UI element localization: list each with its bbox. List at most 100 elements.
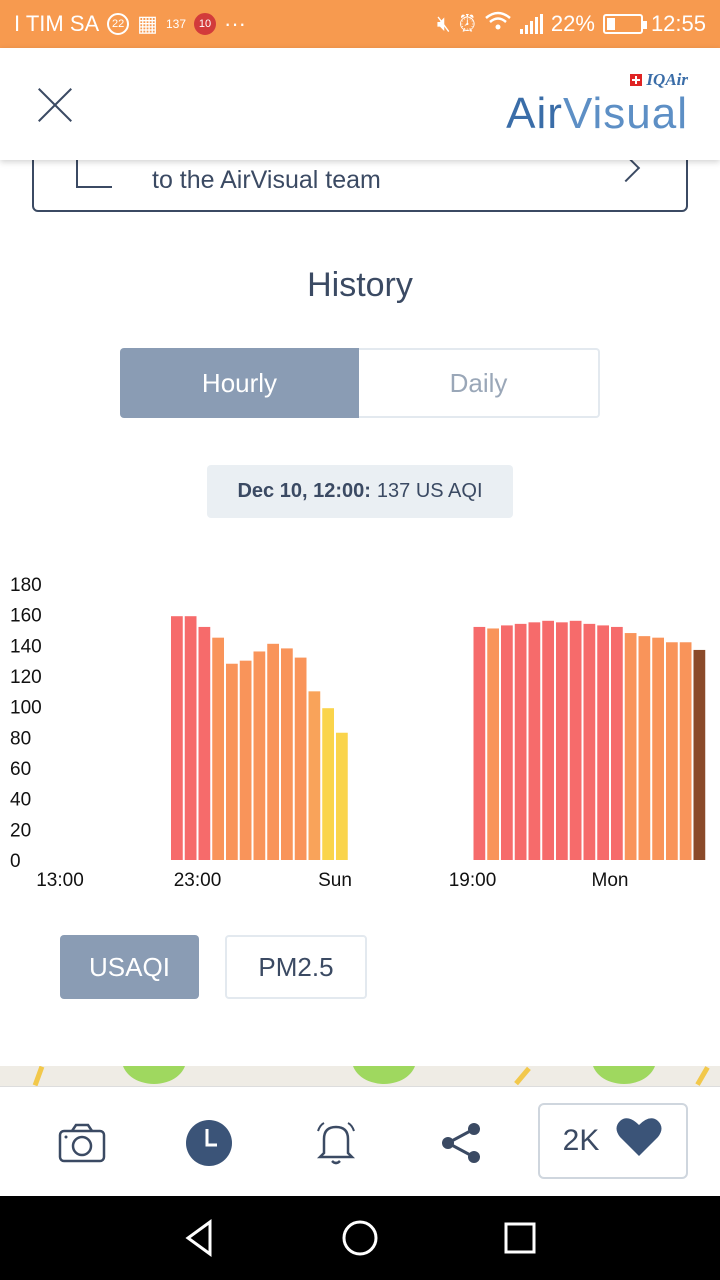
chart-bar[interactable]	[226, 663, 238, 860]
chart-bar[interactable]	[294, 657, 307, 860]
y-tick-label: 60	[10, 759, 31, 780]
aqi-history-chart: 180 160 140 120 100 80 60 40 20 0 13:00 23:00 Sun 19:…	[0, 560, 720, 900]
bell-icon[interactable]	[310, 1117, 362, 1169]
home-icon[interactable]	[338, 1216, 382, 1260]
chart-bar[interactable]	[583, 623, 596, 860]
chart-bar[interactable]	[308, 691, 321, 860]
notification-badge-22: 22	[107, 13, 130, 35]
flag-icon	[76, 158, 112, 188]
chart-bar[interactable]	[693, 649, 706, 860]
chart-bar[interactable]	[322, 708, 334, 860]
x-tick-label: 19:00	[449, 870, 497, 891]
chart-svg: 180 160 140 120 100 80 60 40 20 0 13:00 23:00 Sun 19:…	[10, 575, 706, 891]
y-tick-label: 120	[10, 667, 42, 688]
chart-bar[interactable]	[184, 616, 197, 860]
mute-icon: 🔇︎	[436, 11, 451, 36]
chart-bar[interactable]	[597, 625, 609, 860]
notification-count-137: 137	[165, 17, 186, 31]
chart-bar[interactable]	[679, 642, 692, 860]
airvisual-logo: AirVisual	[506, 90, 688, 138]
map-marker	[352, 1066, 416, 1084]
y-tick-label: 40	[10, 790, 31, 811]
wifi-icon	[484, 11, 512, 37]
chart-bar[interactable]	[638, 636, 651, 860]
map-marker	[592, 1066, 656, 1084]
system-nav-bar	[0, 1196, 720, 1280]
chart-bar[interactable]	[473, 626, 486, 860]
y-tick-label: 20	[10, 820, 31, 841]
back-icon[interactable]	[178, 1216, 222, 1260]
more-notifications-icon: ···	[224, 11, 246, 36]
usaqi-button[interactable]: USAQI	[60, 935, 199, 999]
brand-visual: Visual	[562, 89, 688, 138]
brand-logo: IQAir AirVisual	[506, 70, 688, 138]
x-tick-label: Mon	[592, 870, 629, 891]
notification-badge-10: 10	[194, 13, 216, 35]
brand-air: Air	[506, 89, 563, 138]
signal-icon	[519, 14, 543, 34]
y-tick-label: 180	[10, 575, 42, 596]
battery-icon	[602, 14, 647, 34]
y-tick-label: 160	[10, 606, 42, 627]
camera-icon[interactable]	[56, 1117, 108, 1169]
map-marker	[122, 1066, 186, 1084]
news-icon: ▦	[137, 11, 158, 36]
pm25-button[interactable]: PM2.5	[225, 935, 367, 999]
heart-icon	[615, 1116, 663, 1166]
chart-bar[interactable]	[542, 620, 554, 860]
map-road	[514, 1066, 531, 1086]
chart-bar[interactable]	[281, 648, 293, 860]
y-tick-label: 0	[10, 851, 21, 872]
swiss-flag-icon	[630, 74, 643, 86]
carrier-label: I TIM SA	[14, 11, 100, 36]
battery-percent: 22%	[550, 11, 595, 36]
share-icon[interactable]	[436, 1117, 488, 1169]
chart-bar[interactable]	[253, 651, 266, 860]
history-title: History	[307, 266, 413, 304]
x-tick-label: 13:00	[36, 870, 84, 891]
chart-bar[interactable]	[336, 732, 348, 860]
chart-bar[interactable]	[171, 616, 183, 860]
chart-bar[interactable]	[611, 626, 623, 860]
y-tick-label: 140	[10, 636, 42, 657]
bottom-action-bar: 2K	[0, 1086, 720, 1196]
chart-bar[interactable]	[528, 622, 541, 860]
recents-icon[interactable]	[498, 1216, 542, 1260]
history-range-toggle: Hourly Daily	[120, 348, 600, 418]
chart-bar[interactable]	[652, 637, 664, 860]
tab-daily[interactable]: Daily	[359, 348, 600, 418]
chart-bar[interactable]	[487, 628, 499, 860]
readout-label: Dec 10, 12:00:	[237, 480, 371, 502]
chart-bar[interactable]	[501, 625, 513, 860]
like-count: 2K	[562, 1124, 600, 1157]
chart-bar[interactable]	[624, 633, 637, 860]
chart-bar[interactable]	[198, 626, 211, 860]
readout-value: 137 US AQI	[376, 480, 483, 502]
iqair-label: IQAir	[646, 70, 688, 89]
tab-hourly[interactable]: Hourly	[120, 348, 359, 418]
x-tick-label: 23:00	[174, 870, 222, 891]
y-tick-label: 100	[10, 698, 42, 719]
x-tick-label: Sun	[318, 870, 352, 891]
status-bar: I TIM SA 22 ▦ 137 10 ··· 🔇︎ ⏰︎ 22% 12:55	[0, 0, 720, 48]
like-button[interactable]: 2K	[538, 1103, 688, 1179]
chart-bar[interactable]	[239, 660, 252, 860]
chart-bar[interactable]	[212, 637, 224, 860]
close-icon[interactable]	[32, 82, 78, 128]
iqair-logo: IQAir	[506, 70, 688, 90]
app-header: IQAir AirVisual	[0, 48, 720, 160]
map-road	[695, 1066, 710, 1086]
y-tick-label: 80	[10, 728, 31, 749]
chart-bar[interactable]	[556, 622, 568, 860]
chart-bar[interactable]	[514, 623, 527, 860]
map-preview[interactable]	[0, 1066, 720, 1086]
map-road	[32, 1066, 45, 1086]
selected-bar-readout: Dec 10, 12:00: 137 US AQI	[207, 465, 513, 518]
history-clock-icon[interactable]	[183, 1117, 235, 1169]
clock-time: 12:55	[650, 11, 706, 36]
feedback-text: to the AirVisual team	[152, 166, 381, 194]
alarm-icon: ⏰︎	[458, 11, 476, 36]
chart-bar[interactable]	[267, 643, 279, 860]
chart-bar[interactable]	[666, 642, 678, 860]
chart-bar[interactable]	[569, 620, 582, 860]
